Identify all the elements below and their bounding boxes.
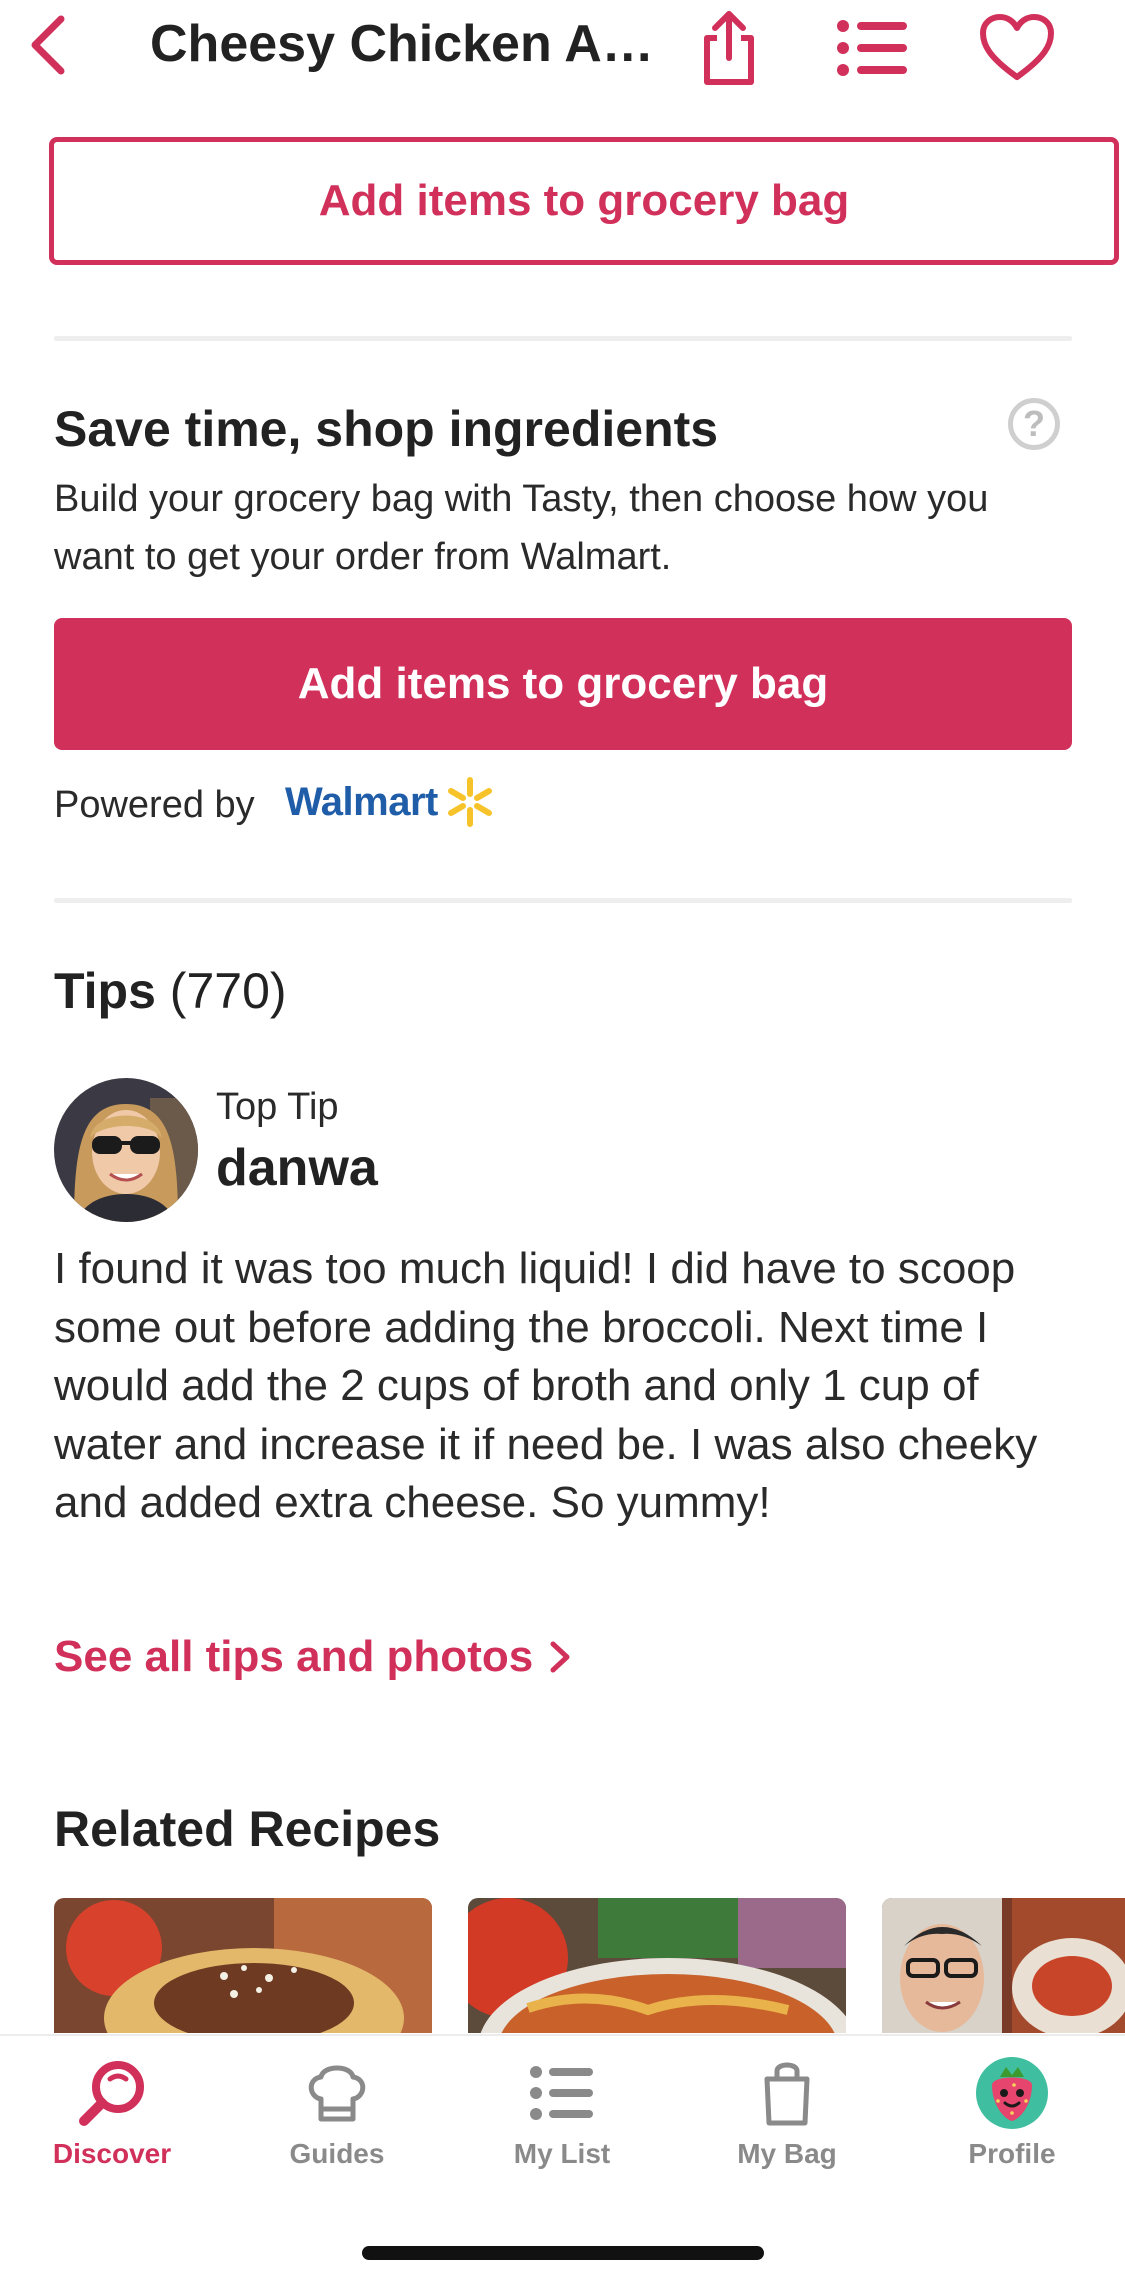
tab-guides[interactable]: Guides [247, 2054, 427, 2194]
tips-title: Tips [54, 963, 156, 1019]
related-recipe-card[interactable] [468, 1898, 846, 2033]
shop-ingredients-description: Build your grocery bag with Tasty, then … [54, 478, 989, 578]
chevron-left-icon [31, 15, 65, 75]
recipe-thumbnail [882, 1898, 1125, 2033]
top-nav-bar: Cheesy Chicken A… [0, 0, 1125, 100]
share-icon [704, 11, 754, 85]
back-button[interactable] [18, 10, 78, 80]
bag-icon [759, 2054, 815, 2132]
search-icon [76, 2054, 148, 2132]
walmart-logo: Walmart [285, 776, 496, 828]
related-recipe-card[interactable] [54, 1898, 432, 2033]
strawberry-avatar-icon [974, 2054, 1050, 2132]
recipe-thumbnail [54, 1898, 432, 2033]
chevron-right-icon [550, 1641, 570, 1673]
add-to-grocery-bag-button[interactable]: Add items to grocery bag [54, 618, 1072, 750]
home-indicator [362, 2246, 764, 2260]
avatar[interactable] [54, 1078, 198, 1222]
related-recipes-heading: Related Recipes [54, 1801, 441, 1857]
page-title: Cheesy Chicken A… [150, 15, 654, 73]
see-all-tips-link[interactable]: See all tips and photos [54, 1632, 573, 1682]
walmart-spark-icon [447, 777, 492, 827]
recipe-thumbnail [468, 1898, 846, 2033]
question-mark-icon: ? [1023, 403, 1045, 444]
tip-username[interactable]: danwa [216, 1138, 378, 1198]
shop-ingredients-heading: Save time, shop ingredients [54, 401, 719, 457]
section-divider [54, 336, 1072, 341]
tab-label: My Bag [737, 2138, 837, 2169]
tab-label: My List [513, 2138, 611, 2169]
help-button[interactable]: ? [1008, 398, 1060, 450]
tip-body: I found it was too much liquid! I did ha… [54, 1244, 1038, 1527]
powered-by-label: Powered by [54, 784, 255, 826]
tab-label: Profile [968, 2138, 1056, 2169]
tab-discover[interactable]: Discover [22, 2054, 202, 2194]
ingredients-list-button[interactable] [830, 10, 914, 86]
heart-icon [980, 14, 1054, 80]
section-divider [54, 898, 1072, 903]
tab-my-bag[interactable]: My Bag [697, 2054, 877, 2194]
list-icon [837, 20, 907, 76]
add-to-grocery-bag-outline-button[interactable]: Add items to grocery bag [49, 137, 1119, 265]
walmart-wordmark: Walmart [285, 779, 438, 824]
share-button[interactable] [690, 6, 768, 90]
tips-heading: Tips (770) [54, 962, 287, 1020]
tab-label: Guides [289, 2138, 385, 2169]
related-recipe-card[interactable] [882, 1898, 1125, 2033]
chef-hat-icon [303, 2054, 371, 2132]
list-icon [529, 2054, 595, 2132]
see-all-tips-label: See all tips and photos [54, 1632, 534, 1681]
favorite-button[interactable] [975, 6, 1059, 90]
user-photo [54, 1078, 198, 1222]
tab-my-list[interactable]: My List [472, 2054, 652, 2194]
tab-label: Discover [52, 2138, 172, 2169]
tab-profile[interactable]: Profile [922, 2054, 1102, 2194]
tips-count: (770) [169, 963, 287, 1019]
top-tip-label: Top Tip [216, 1086, 339, 1128]
